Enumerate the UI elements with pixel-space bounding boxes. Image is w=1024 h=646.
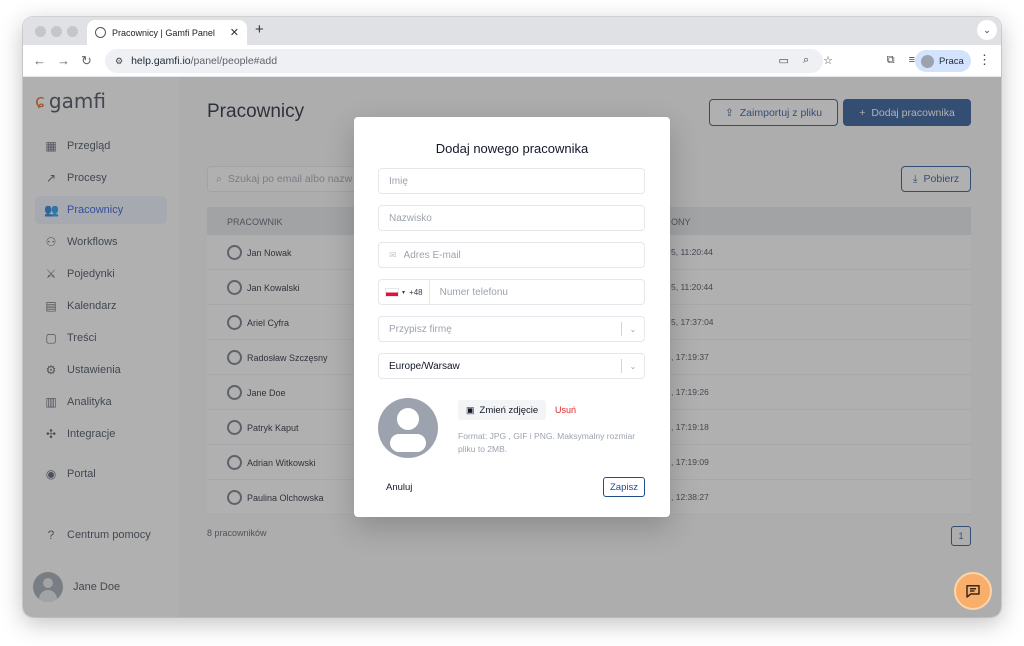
address-bar-actions: ▭ ⌕ ☆	[779, 54, 833, 67]
dialog-title: Dodaj nowego pracownika	[435, 141, 589, 156]
chat-icon	[966, 585, 980, 598]
timezone-value: Europe/Warsaw	[389, 360, 460, 372]
profile-avatar	[921, 54, 934, 68]
profile-label: Praca	[939, 55, 964, 67]
url-path: /panel/people#add	[190, 55, 278, 67]
forward-icon[interactable]: →	[57, 53, 70, 68]
bookmark-star-icon[interactable]: ☆	[823, 54, 833, 67]
back-icon[interactable]: ←	[33, 53, 46, 68]
chevron-down-icon[interactable]: ⌄	[622, 362, 644, 371]
tab-close-icon[interactable]: ✕	[230, 26, 239, 39]
last-name-field[interactable]	[378, 205, 645, 231]
zoom-icon[interactable]: ⌕	[803, 54, 809, 67]
window-zoom-dot[interactable]	[67, 26, 78, 37]
email-input[interactable]	[403, 243, 644, 267]
chat-button[interactable]	[954, 572, 992, 610]
reload-icon[interactable]: ↻	[81, 53, 92, 69]
tab-search-icon[interactable]: ⌄	[977, 20, 997, 40]
add-employee-dialog: Dodaj nowego pracownika ✉ ▾ +48 Przypisz…	[354, 117, 670, 517]
first-name-field[interactable]	[378, 168, 645, 194]
phone-input[interactable]	[429, 280, 644, 304]
cancel-button[interactable]: Anuluj	[386, 482, 412, 493]
address-bar[interactable]: ⚙ help.gamfi.io/panel/people#add	[105, 49, 823, 73]
tab-strip: Pracownicy | Gamfi Panel ✕ + ⌄	[23, 17, 1001, 45]
phone-code: +48	[409, 287, 423, 297]
email-field[interactable]: ✉	[378, 242, 645, 268]
profile-button[interactable]: Praca	[915, 50, 971, 72]
mail-icon: ✉	[389, 249, 397, 260]
window-close-dot[interactable]	[35, 26, 46, 37]
country-code-select[interactable]: ▾ +48	[379, 280, 430, 304]
extension-actions: ⧉ ≡	[887, 54, 915, 67]
window-minimize-dot[interactable]	[51, 26, 62, 37]
chevron-down-icon: ▾	[402, 289, 406, 296]
avatar-placeholder	[378, 398, 438, 458]
site-settings-icon[interactable]: ⚙	[115, 56, 123, 67]
first-name-input[interactable]	[389, 169, 644, 193]
change-photo-label: Zmień zdjęcie	[479, 404, 539, 416]
photo-format-hint: Format: JPG , GIF i PNG. Maksymalny rozm…	[458, 431, 636, 454]
company-select[interactable]: Przypisz firmę ⌄	[378, 316, 645, 342]
globe-icon	[95, 27, 106, 38]
timezone-select[interactable]: Europe/Warsaw ⌄	[378, 353, 645, 379]
last-name-input[interactable]	[389, 206, 644, 230]
browser-menu-icon[interactable]: ⋮	[978, 52, 991, 68]
remove-photo-button[interactable]: Usuń	[555, 405, 576, 415]
browser-toolbar: ← → ↻ ⚙ help.gamfi.io/panel/people#add ▭…	[23, 45, 1001, 77]
url-host: help.gamfi.io	[131, 55, 191, 67]
chevron-down-icon[interactable]: ⌄	[622, 325, 644, 334]
browser-tab[interactable]: Pracownicy | Gamfi Panel ✕	[87, 20, 247, 45]
company-placeholder: Przypisz firmę	[389, 323, 452, 335]
install-app-icon[interactable]: ▭	[779, 54, 789, 67]
camera-icon: ▣	[466, 404, 475, 415]
tab-title: Pracownicy | Gamfi Panel	[112, 27, 215, 38]
change-photo-button[interactable]: ▣ Zmień zdjęcie	[458, 400, 547, 420]
save-button[interactable]: Zapisz	[603, 477, 645, 497]
extensions-icon[interactable]: ⧉	[887, 54, 895, 67]
new-tab-icon[interactable]: +	[255, 21, 264, 38]
browser-window: Pracownicy | Gamfi Panel ✕ + ⌄ ← → ↻ ⚙ h…	[23, 17, 1001, 617]
phone-field[interactable]: ▾ +48	[378, 279, 645, 305]
poland-flag-icon	[385, 287, 399, 297]
